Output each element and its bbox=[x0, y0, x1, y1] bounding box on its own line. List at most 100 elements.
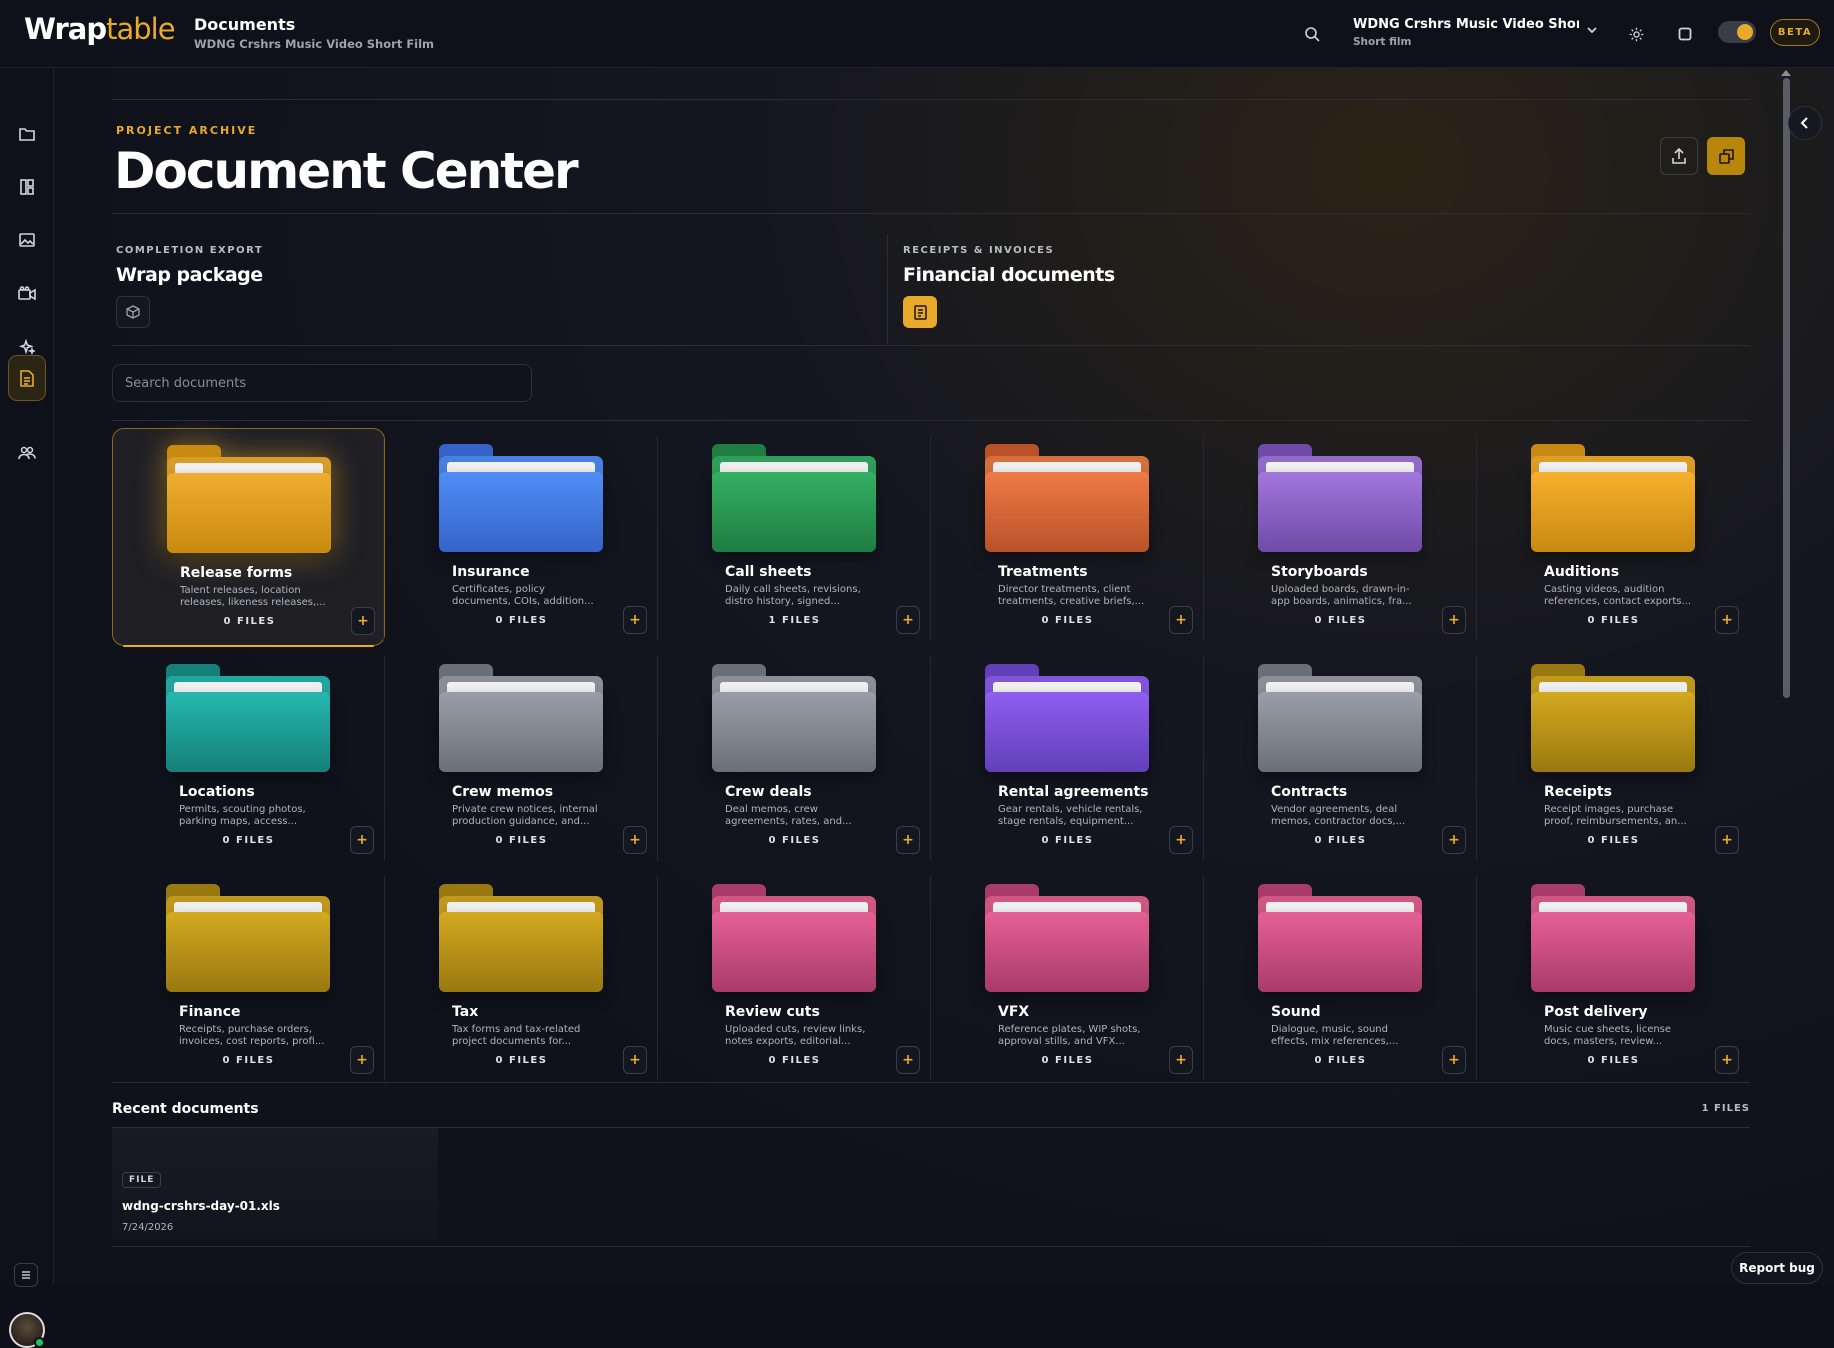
folder-card[interactable]: Contracts Vendor agreements, deal memos, … bbox=[1204, 648, 1477, 866]
folder-card[interactable]: Post delivery Music cue sheets, license d… bbox=[1477, 868, 1750, 1086]
report-bug-button[interactable]: Report bug bbox=[1731, 1252, 1823, 1284]
add-file-button[interactable]: + bbox=[1442, 826, 1466, 854]
add-file-button[interactable]: + bbox=[350, 1046, 374, 1074]
add-file-button[interactable]: + bbox=[350, 826, 374, 854]
gear-icon[interactable] bbox=[1622, 20, 1650, 48]
folder-icon[interactable] bbox=[8, 113, 46, 155]
folder-card[interactable]: Rental agreements Gear rentals, vehicle r… bbox=[931, 648, 1204, 866]
copy-button[interactable] bbox=[1707, 137, 1745, 175]
folder-description: Vendor agreements, deal memos, contracto… bbox=[1271, 804, 1406, 827]
collapse-panel-button[interactable] bbox=[1788, 106, 1822, 140]
add-file-button[interactable]: + bbox=[896, 606, 920, 634]
camera-icon[interactable] bbox=[8, 272, 46, 314]
folder-card[interactable]: Treatments Director treatments, client tr… bbox=[931, 428, 1204, 646]
add-file-button[interactable]: + bbox=[1715, 826, 1739, 854]
folder-description: Reference plates, WIP shots, approval st… bbox=[998, 1024, 1141, 1047]
chevron-down-icon[interactable] bbox=[1585, 22, 1599, 41]
team-icon[interactable] bbox=[8, 432, 46, 474]
scrollbar-thumb[interactable] bbox=[1783, 78, 1790, 698]
add-file-button[interactable]: + bbox=[1715, 606, 1739, 634]
add-file-button[interactable]: + bbox=[1442, 606, 1466, 634]
document-icon[interactable] bbox=[903, 296, 937, 328]
divider bbox=[112, 1246, 1750, 1247]
search-icon[interactable] bbox=[1298, 20, 1326, 48]
folder-card[interactable]: Auditions Casting videos, audition refere… bbox=[1477, 428, 1750, 646]
folder-card[interactable]: Review cuts Uploaded cuts, review links, … bbox=[658, 868, 931, 1086]
add-file-button[interactable]: + bbox=[623, 606, 647, 634]
image-icon[interactable] bbox=[8, 219, 46, 261]
add-file-button[interactable]: + bbox=[1442, 1046, 1466, 1074]
avatar[interactable] bbox=[9, 1312, 45, 1348]
financial-documents-section[interactable]: RECEIPTS & INVOICES Financial documents bbox=[903, 245, 1115, 328]
folder-file-count: 0 FILES bbox=[1587, 615, 1640, 626]
folder-card[interactable]: Call sheets Daily call sheets, revisions,… bbox=[658, 428, 931, 646]
section-eyebrow: RECEIPTS & INVOICES bbox=[903, 245, 1055, 256]
documents-nav-item[interactable] bbox=[8, 355, 46, 401]
folder-card[interactable]: Tax Tax forms and tax-related project doc… bbox=[385, 868, 658, 1086]
folder-description: Tax forms and tax-related project docume… bbox=[452, 1024, 581, 1047]
folder-card[interactable]: Insurance Certificates, policy documents,… bbox=[385, 428, 658, 646]
recent-document-card[interactable]: FILE wdng-crshrs-day-01.xls 7/24/2026 bbox=[112, 1128, 438, 1240]
add-file-button[interactable]: + bbox=[623, 826, 647, 854]
folder-card[interactable]: Release forms Talent releases, location r… bbox=[112, 428, 385, 647]
section-divider bbox=[887, 234, 888, 344]
upload-button[interactable] bbox=[1660, 137, 1698, 175]
add-file-button[interactable]: + bbox=[1169, 1046, 1193, 1074]
folder-file-count: 0 FILES bbox=[223, 616, 276, 627]
project-type: Short film bbox=[1353, 36, 1412, 48]
folder-file-count: 0 FILES bbox=[222, 1055, 275, 1066]
add-file-button[interactable]: + bbox=[1169, 606, 1193, 634]
add-file-button[interactable]: + bbox=[351, 607, 375, 635]
folder-file-count: 0 FILES bbox=[1314, 615, 1367, 626]
folder-card[interactable]: Crew deals Deal memos, crew agreements, r… bbox=[658, 648, 931, 866]
folder-title: Post delivery bbox=[1544, 1004, 1648, 1020]
add-file-button[interactable]: + bbox=[1169, 826, 1193, 854]
folder-file-count: 0 FILES bbox=[1314, 1055, 1367, 1066]
menu-icon[interactable] bbox=[14, 1263, 38, 1287]
page-title: Documents bbox=[194, 15, 296, 34]
folder-icon bbox=[1258, 444, 1422, 552]
folder-icon bbox=[985, 664, 1149, 772]
window-icon[interactable] bbox=[1671, 20, 1699, 48]
folder-description: Permits, scouting photos, parking maps, … bbox=[179, 804, 306, 827]
folder-card[interactable]: Locations Permits, scouting photos, parki… bbox=[112, 648, 385, 866]
folder-title: Call sheets bbox=[725, 564, 812, 580]
main-content: PROJECT ARCHIVE Document Center COMPLETI… bbox=[54, 68, 1834, 1285]
layout-icon[interactable] bbox=[8, 166, 46, 208]
folder-file-count: 0 FILES bbox=[768, 1055, 821, 1066]
divider bbox=[112, 420, 1750, 421]
breadcrumb: Documents WDNG Crshrs Music Video Short … bbox=[194, 15, 434, 51]
project-name: WDNG Crshrs Music Video Short Fi... bbox=[1353, 17, 1579, 32]
folder-description: Private crew notices, internal productio… bbox=[452, 804, 598, 827]
folder-icon bbox=[985, 884, 1149, 992]
folder-file-count: 0 FILES bbox=[1041, 615, 1094, 626]
add-file-button[interactable]: + bbox=[896, 826, 920, 854]
folder-icon bbox=[439, 664, 603, 772]
folder-card[interactable]: Finance Receipts, purchase orders, invoic… bbox=[112, 868, 385, 1086]
scrollbar[interactable] bbox=[1780, 68, 1792, 1285]
add-file-button[interactable]: + bbox=[896, 1046, 920, 1074]
section-title: Financial documents bbox=[903, 264, 1115, 286]
theme-toggle[interactable] bbox=[1718, 21, 1756, 43]
app-logo[interactable]: Wraptable bbox=[24, 12, 176, 46]
folder-card[interactable]: VFX Reference plates, WIP shots, approval… bbox=[931, 868, 1204, 1086]
folder-icon bbox=[1531, 444, 1695, 552]
folder-card[interactable]: Storyboards Uploaded boards, drawn-in-app… bbox=[1204, 428, 1477, 646]
folder-icon bbox=[166, 884, 330, 992]
folder-icon bbox=[1531, 884, 1695, 992]
add-file-button[interactable]: + bbox=[1715, 1046, 1739, 1074]
folder-card[interactable]: Crew memos Private crew notices, internal… bbox=[385, 648, 658, 866]
box-icon[interactable] bbox=[116, 296, 150, 328]
folder-icon bbox=[166, 664, 330, 772]
folder-file-count: 1 FILES bbox=[768, 615, 821, 626]
folder-description: Receipts, purchase orders, invoices, cos… bbox=[179, 1024, 325, 1047]
folder-card[interactable]: Sound Dialogue, music, sound effects, mix… bbox=[1204, 868, 1477, 1086]
project-switcher[interactable]: WDNG Crshrs Music Video Short Fi... Shor… bbox=[1353, 17, 1593, 48]
folder-icon bbox=[439, 884, 603, 992]
folder-description: Uploaded cuts, review links, notes expor… bbox=[725, 1024, 866, 1047]
folder-card[interactable]: Receipts Receipt images, purchase proof, … bbox=[1477, 648, 1750, 866]
wrap-package-section[interactable]: COMPLETION EXPORT Wrap package bbox=[116, 245, 263, 328]
folder-title: Storyboards bbox=[1271, 564, 1368, 580]
add-file-button[interactable]: + bbox=[623, 1046, 647, 1074]
search-input[interactable]: Search documents bbox=[112, 364, 532, 402]
